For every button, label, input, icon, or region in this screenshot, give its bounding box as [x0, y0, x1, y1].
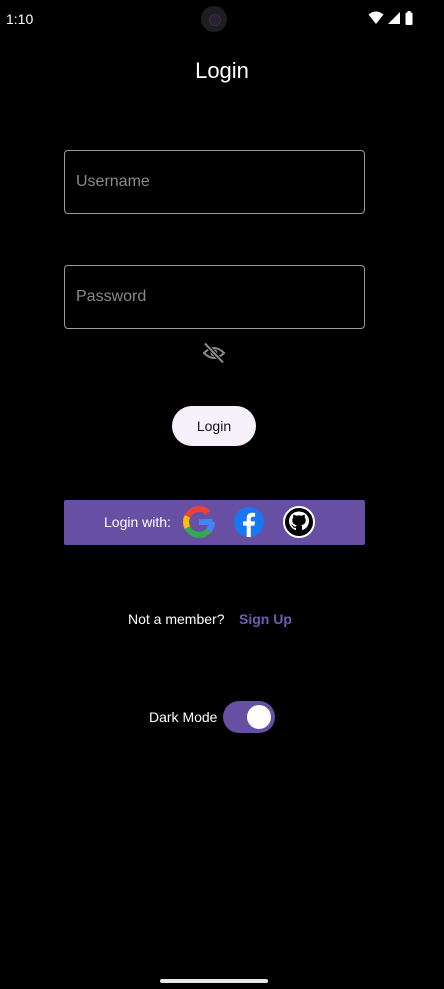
battery-icon — [405, 11, 413, 25]
github-icon — [283, 506, 315, 538]
facebook-login-button[interactable] — [233, 506, 265, 538]
visibility-off-icon — [202, 342, 226, 364]
page-title: Login — [195, 58, 249, 83]
username-field[interactable] — [64, 150, 365, 214]
wifi-icon — [368, 11, 384, 24]
password-input[interactable] — [65, 266, 364, 328]
status-bar: 1:10 — [0, 0, 444, 38]
password-visibility-toggle[interactable] — [201, 341, 227, 365]
toggle-thumb — [247, 705, 271, 729]
facebook-icon — [234, 507, 264, 537]
password-field[interactable] — [64, 265, 365, 329]
login-button[interactable]: Login — [172, 406, 256, 446]
username-input[interactable] — [65, 151, 364, 213]
signup-prompt: Not a member? — [128, 611, 225, 627]
signal-icon — [388, 12, 400, 24]
dark-mode-label: Dark Mode — [149, 709, 218, 725]
signup-link[interactable]: Sign Up — [239, 611, 292, 627]
google-icon — [183, 505, 215, 538]
social-login-bar: Login with: — [64, 500, 365, 545]
front-camera — [201, 6, 227, 32]
github-login-button[interactable] — [283, 506, 315, 538]
gesture-nav-handle[interactable] — [160, 979, 268, 983]
signup-row: Not a member? Sign Up — [0, 611, 444, 629]
social-login-label: Login with: — [104, 514, 171, 530]
status-time: 1:10 — [6, 11, 34, 27]
dark-mode-toggle[interactable] — [223, 701, 275, 733]
google-login-button[interactable] — [183, 505, 215, 538]
login-screen: 1:10 Login Login Logi — [0, 0, 444, 989]
status-icons — [368, 11, 414, 27]
